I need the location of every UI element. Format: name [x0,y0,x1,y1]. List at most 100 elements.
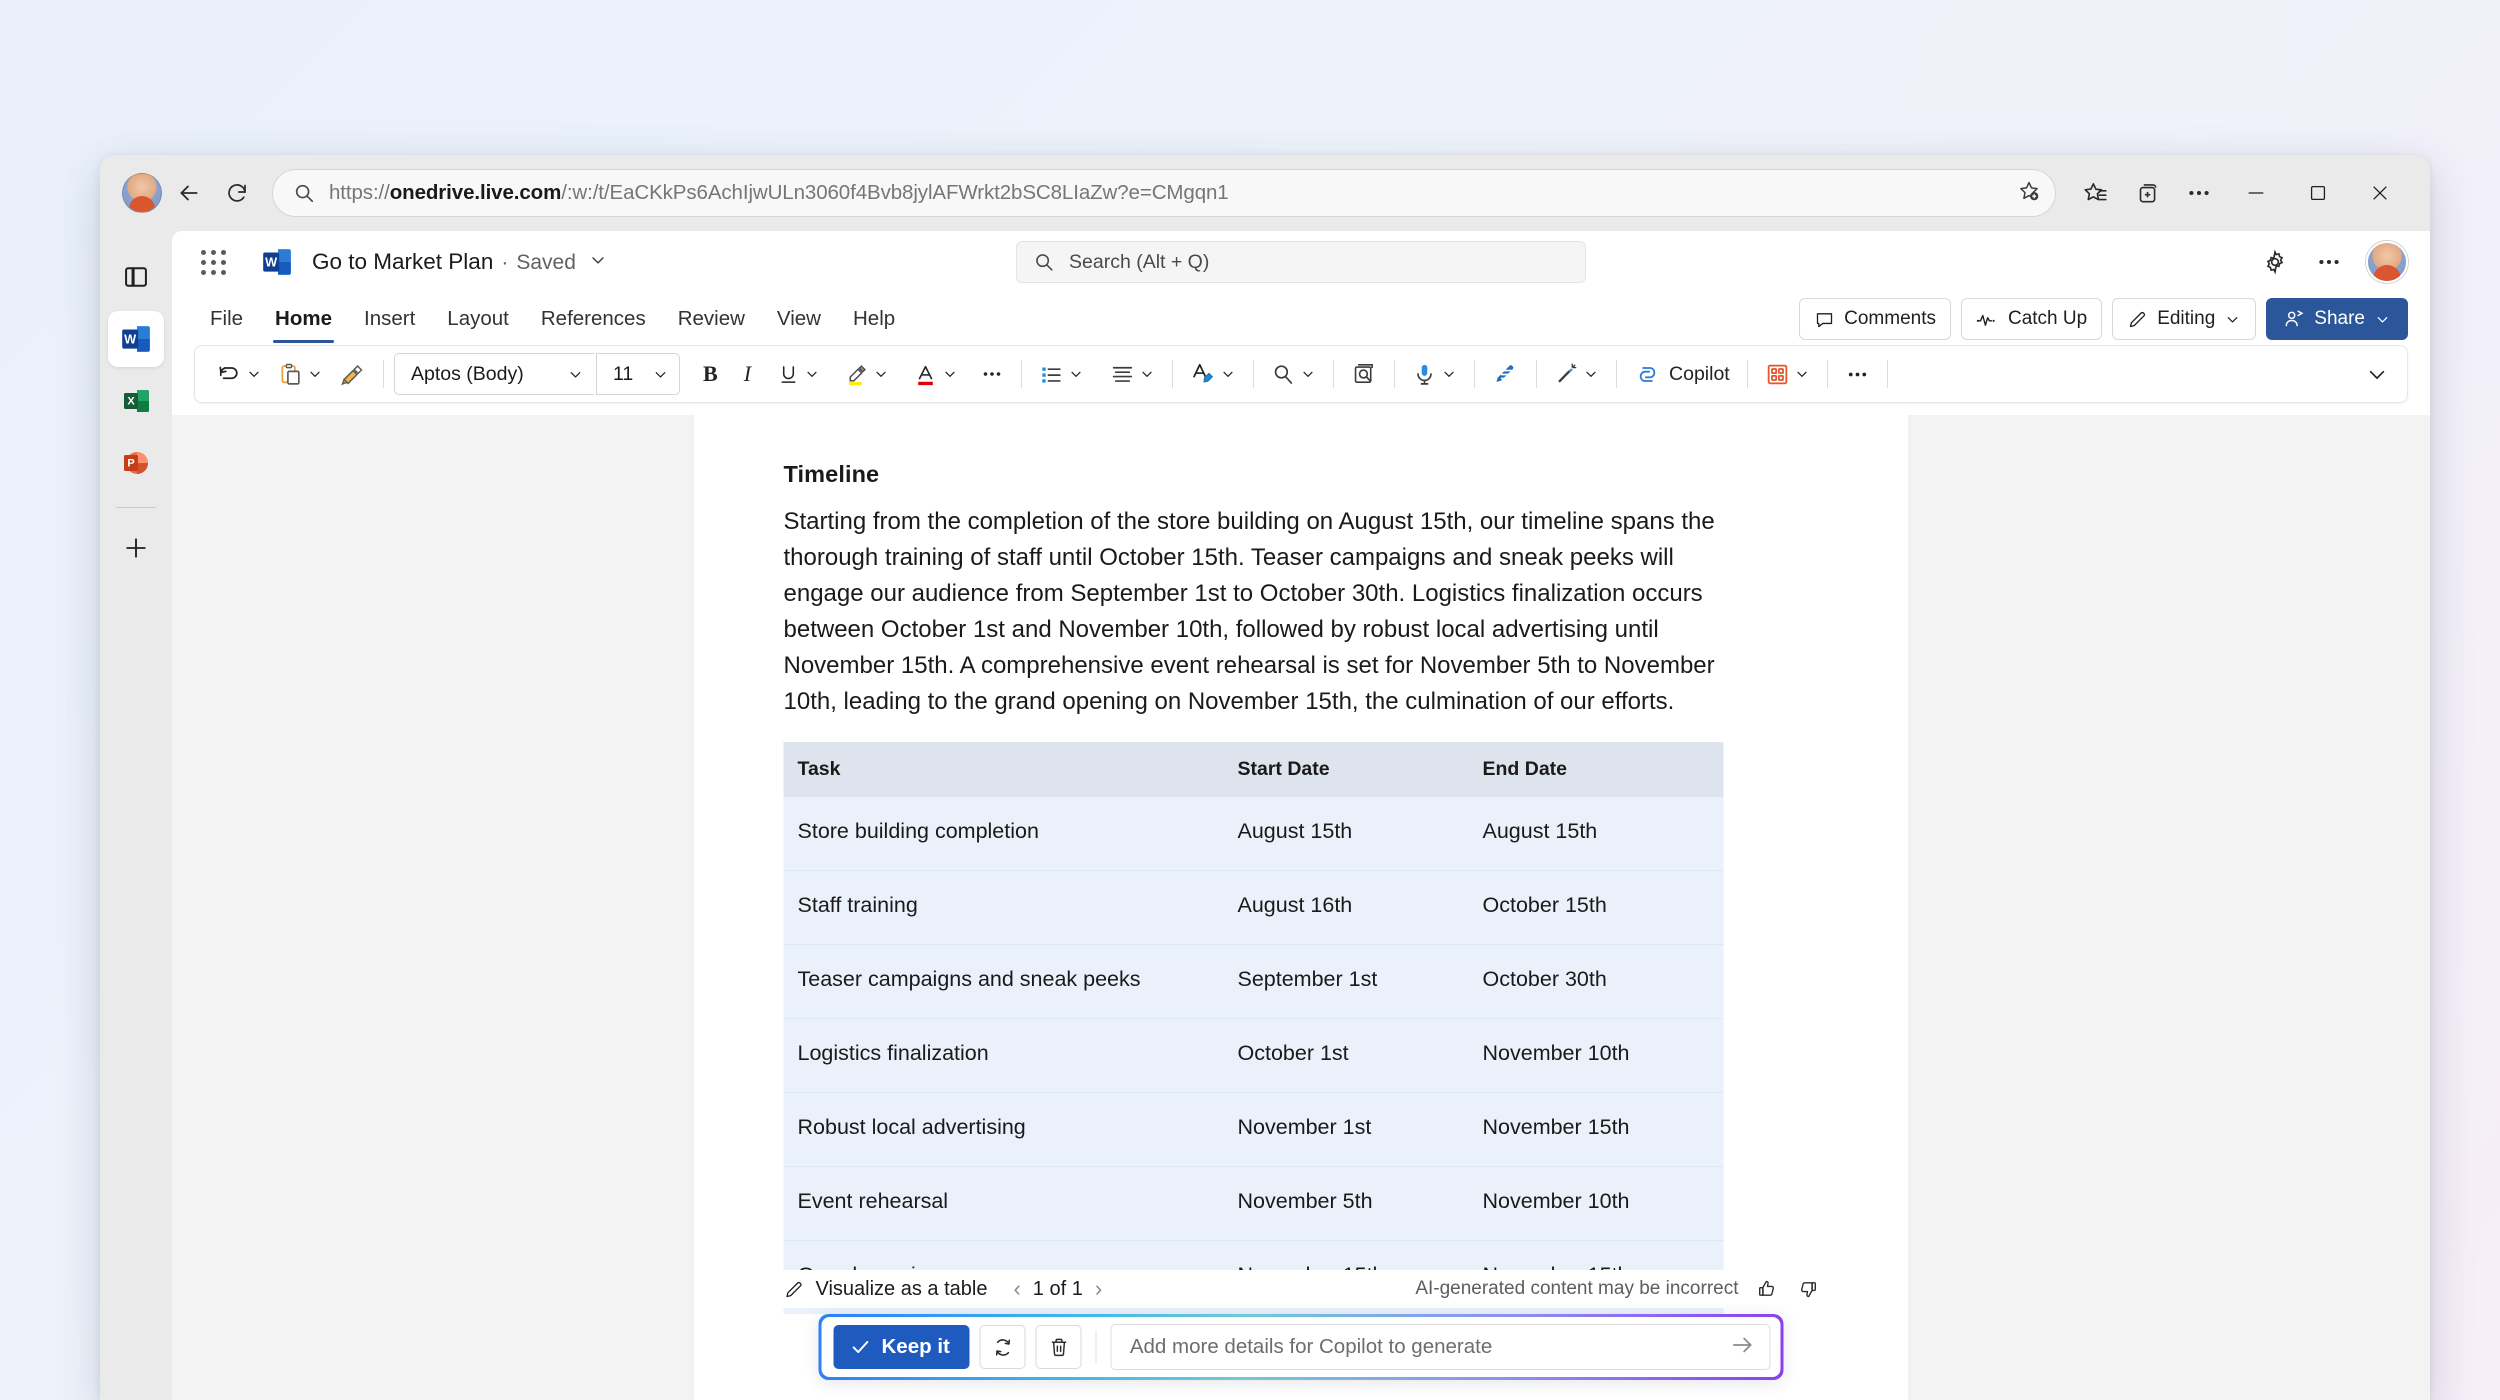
editor-button[interactable] [1485,352,1526,396]
collections-icon[interactable] [2124,170,2170,216]
catch-up-button[interactable]: Catch Up [1960,298,2103,340]
rail-add-icon[interactable] [108,520,164,576]
keep-it-button[interactable]: Keep it [833,1325,970,1369]
minimize-icon[interactable] [2228,168,2284,218]
text-highlight-button[interactable] [837,352,896,396]
toolbar-divider [1616,360,1618,388]
search-input[interactable]: Search (Alt + Q) [1016,241,1586,283]
tab-file[interactable]: File [196,301,257,337]
next-result-button[interactable]: › [1095,1276,1102,1302]
tab-home[interactable]: Home [261,301,346,343]
add-ins-button[interactable] [1758,352,1817,396]
font-size-select[interactable]: 11 [596,353,680,395]
toolbar-divider [1172,360,1174,388]
table-row[interactable]: Store building completion August 15th Au… [783,797,1724,871]
collapse-ribbon-button[interactable] [2359,352,2395,396]
url-bar[interactable]: https://onedrive.live.com/:w:/t/EaCKkPs6… [272,169,2056,217]
copilot-prompt-input[interactable]: Add more details for Copilot to generate [1110,1324,1771,1370]
font-name-select[interactable]: Aptos (Body) [394,353,594,395]
cell-task: Robust local advertising [783,1092,1224,1167]
ribbon-toolbar-wrapper: Aptos (Body) 11 B I Copilot [172,345,2430,407]
tab-layout[interactable]: Layout [433,301,523,337]
catch-up-label: Catch Up [2007,308,2088,329]
tab-references[interactable]: References [527,301,660,337]
italic-button[interactable]: I [737,352,758,396]
discard-button[interactable] [1035,1325,1082,1369]
rail-item-excel[interactable]: X [108,373,164,429]
dictate-button[interactable] [1405,352,1464,396]
cell-task: Store building completion [783,797,1224,871]
regenerate-button[interactable] [979,1325,1026,1369]
prev-result-button[interactable]: ‹ [1013,1276,1020,1302]
browser-profile-avatar[interactable] [122,173,162,213]
search-placeholder: Search (Alt + Q) [1069,250,1210,273]
underline-button[interactable] [770,352,827,396]
document-title-area[interactable]: Go to Market Plan · Saved [312,249,608,275]
undo-button[interactable] [209,352,269,396]
tab-help[interactable]: Help [839,301,909,337]
copilot-prompt-placeholder: Add more details for Copilot to generate [1129,1335,1493,1358]
visualize-label: Visualize as a table [815,1277,988,1300]
close-icon[interactable] [2352,168,2408,218]
rail-item-powerpoint[interactable]: P [108,435,164,491]
visualize-as-table-button[interactable]: Visualize as a table [784,1277,988,1301]
document-heading: Timeline [783,461,880,487]
table-row[interactable]: Event rehearsal November 5th November 10… [783,1166,1724,1241]
add-favorite-star-icon[interactable] [2017,179,2041,208]
trash-icon [1051,1338,1067,1356]
thumbs-up-icon[interactable] [1757,1278,1779,1300]
align-icon [1112,366,1133,382]
format-painter-button[interactable] [332,352,373,396]
refresh-icon[interactable] [216,172,258,214]
find-button[interactable] [1264,352,1323,396]
sidebar-toggle-icon[interactable] [108,249,164,305]
search-document-button[interactable] [1344,352,1384,396]
tab-review[interactable]: Review [664,301,759,337]
editing-mode-button[interactable]: Editing [2112,298,2257,340]
bullet-list-button[interactable] [1032,352,1091,396]
document-page[interactable]: Timeline Starting from the completion of… [693,415,1909,1400]
paste-button[interactable] [271,352,330,396]
browser-more-options-icon[interactable] [2176,170,2222,216]
tab-view[interactable]: View [763,301,835,337]
bold-button[interactable]: B [696,352,725,396]
editing-label: Editing [2157,308,2216,329]
document-canvas[interactable]: Timeline Starting from the completion of… [172,415,2430,1400]
tab-insert[interactable]: Insert [350,301,429,337]
share-button[interactable]: Share [2266,298,2408,340]
gear-icon[interactable] [2252,239,2298,285]
chevron-down-icon[interactable] [588,250,608,275]
svg-text:W: W [265,254,278,269]
save-status: Saved [516,251,576,274]
share-label: Share [2314,308,2365,329]
timeline-table[interactable]: Task Start Date End Date Store building … [783,742,1724,1314]
comments-button[interactable]: Comments [1799,298,1951,340]
table-row[interactable]: Teaser campaigns and sneak peeks Septemb… [783,944,1724,1019]
toolbar-divider [1536,360,1538,388]
maximize-icon[interactable] [2290,168,2346,218]
magic-wand-icon [1558,363,1577,383]
send-arrow-icon[interactable] [1730,1332,1756,1363]
table-row[interactable]: Logistics finalization October 1st Novem… [783,1018,1724,1093]
app-launcher-icon[interactable] [190,239,236,285]
copilot-button[interactable]: Copilot [1627,352,1737,396]
page-title: Go to Market Plan [312,249,494,274]
font-color-button[interactable] [906,352,965,396]
more-commands-button[interactable] [1838,352,1877,396]
table-row[interactable]: Robust local advertising November 1st No… [783,1092,1724,1167]
designer-button[interactable] [1547,352,1606,396]
styles-button[interactable] [1183,352,1243,396]
undo-icon [219,366,238,380]
ribbon-actions: Comments Catch Up Editing Share [1799,298,2408,340]
chevron-down-icon [1586,371,1596,377]
more-font-options-button[interactable] [973,352,1011,396]
favorites-list-icon[interactable] [2072,170,2118,216]
avatar[interactable] [2366,241,2408,283]
thumbs-down-icon[interactable] [1797,1278,1819,1300]
rail-item-word[interactable]: W [108,311,164,367]
table-row[interactable]: Staff training August 16th October 15th [783,870,1724,945]
cell-task: Staff training [783,870,1224,945]
paragraph-align-button[interactable] [1103,352,1162,396]
more-options-icon[interactable] [2306,239,2352,285]
back-arrow-icon[interactable] [168,172,210,214]
